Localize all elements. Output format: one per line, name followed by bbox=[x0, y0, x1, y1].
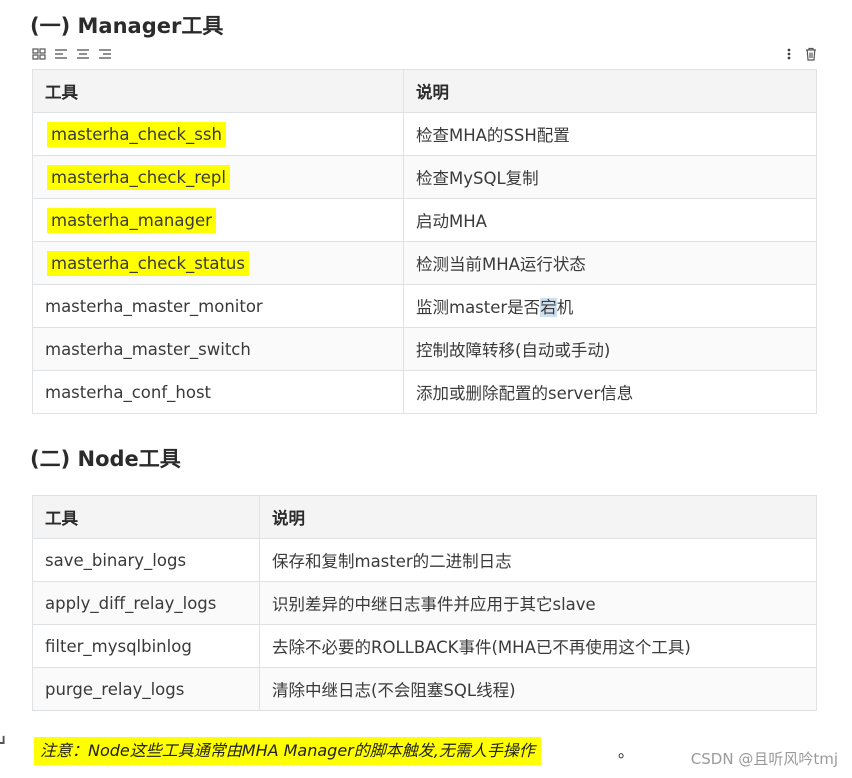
desc-text: 机 bbox=[556, 298, 574, 317]
node-tools-table: 工具 说明 save_binary_logs 保存和复制master的二进制日志… bbox=[32, 495, 817, 711]
table-row: save_binary_logs 保存和复制master的二进制日志 bbox=[32, 538, 817, 582]
tool-cell: masterha_check_ssh bbox=[32, 112, 404, 156]
desc-cell: 检测当前MHA运行状态 bbox=[403, 241, 817, 285]
tool-cell: masterha_master_monitor bbox=[32, 284, 404, 328]
table-toolbar bbox=[32, 46, 818, 64]
table-row: masterha_master_monitor 监测master是否宕机 bbox=[32, 284, 817, 328]
grid-icon[interactable] bbox=[32, 46, 46, 62]
table-row: masterha_check_status 检测当前MHA运行状态 bbox=[32, 241, 817, 285]
highlighted-tool-name: masterha_check_status bbox=[47, 250, 249, 276]
desc-cell: 清除中继日志(不会阻塞SQL线程) bbox=[259, 667, 817, 711]
manager-tools-table: 工具 说明 masterha_check_ssh 检查MHA的SSH配置 mas… bbox=[32, 69, 817, 414]
tool-cell: masterha_check_status bbox=[32, 241, 404, 285]
more-vertical-icon[interactable] bbox=[782, 46, 796, 62]
tool-cell: masterha_manager bbox=[32, 198, 404, 242]
tool-cell: filter_mysqlbinlog bbox=[32, 624, 260, 668]
desc-cell: 保存和复制master的二进制日志 bbox=[259, 538, 817, 582]
column-header-desc: 说明 bbox=[403, 69, 817, 113]
watermark: CSDN @且听风吟tmj bbox=[690, 750, 838, 768]
desc-cell: 启动MHA bbox=[403, 198, 817, 242]
table-row: apply_diff_relay_logs 识别差异的中继日志事件并应用于其它s… bbox=[32, 581, 817, 625]
table-row: filter_mysqlbinlog 去除不必要的ROLLBACK事件(MHA已… bbox=[32, 624, 817, 668]
tool-cell: purge_relay_logs bbox=[32, 667, 260, 711]
note-highlight: 注意：Node这些工具通常由MHA Manager的脚本触发,无需人手操作 bbox=[34, 737, 541, 765]
table-row: masterha_master_switch 控制故障转移(自动或手动) bbox=[32, 327, 817, 371]
table-header-row: 工具 说明 bbox=[32, 495, 817, 539]
cursor-mark: ┛ bbox=[0, 736, 8, 750]
tool-cell: masterha_check_repl bbox=[32, 155, 404, 199]
table-row: masterha_check_ssh 检查MHA的SSH配置 bbox=[32, 112, 817, 156]
desc-cell: 去除不必要的ROLLBACK事件(MHA已不再使用这个工具) bbox=[259, 624, 817, 668]
table-header-row: 工具 说明 bbox=[32, 69, 817, 113]
tool-cell: apply_diff_relay_logs bbox=[32, 581, 260, 625]
column-header-tool: 工具 bbox=[32, 495, 260, 539]
table-row: purge_relay_logs 清除中继日志(不会阻塞SQL线程) bbox=[32, 667, 817, 711]
section-node-title: (二) Node工具 bbox=[30, 447, 181, 471]
table-row: masterha_conf_host 添加或删除配置的server信息 bbox=[32, 370, 817, 414]
desc-cell: 控制故障转移(自动或手动) bbox=[403, 327, 817, 371]
column-header-tool: 工具 bbox=[32, 69, 404, 113]
table-row: masterha_manager 启动MHA bbox=[32, 198, 817, 242]
tool-cell: save_binary_logs bbox=[32, 538, 260, 582]
align-center-icon[interactable] bbox=[76, 46, 90, 62]
desc-cell: 检查MHA的SSH配置 bbox=[403, 112, 817, 156]
highlighted-tool-name: masterha_manager bbox=[47, 207, 216, 233]
desc-cell: 监测master是否宕机 bbox=[403, 284, 817, 328]
highlighted-tool-name: masterha_check_repl bbox=[47, 164, 230, 190]
table-row: masterha_check_repl 检查MySQL复制 bbox=[32, 155, 817, 199]
desc-text: 监测master是否 bbox=[416, 298, 541, 317]
desc-cell: 识别差异的中继日志事件并应用于其它slave bbox=[259, 581, 817, 625]
tool-cell: masterha_master_switch bbox=[32, 327, 404, 371]
desc-cell: 检查MySQL复制 bbox=[403, 155, 817, 199]
desc-cell: 添加或删除配置的server信息 bbox=[403, 370, 817, 414]
align-right-icon[interactable] bbox=[98, 46, 112, 62]
trash-icon[interactable] bbox=[804, 46, 818, 62]
note-period: 。 bbox=[618, 742, 635, 761]
column-header-desc: 说明 bbox=[259, 495, 817, 539]
tool-cell: masterha_conf_host bbox=[32, 370, 404, 414]
highlighted-tool-name: masterha_check_ssh bbox=[47, 121, 226, 147]
section-manager-title: (一) Manager工具 bbox=[30, 14, 224, 38]
text-selection: 宕 bbox=[540, 298, 557, 317]
align-left-icon[interactable] bbox=[54, 46, 68, 62]
